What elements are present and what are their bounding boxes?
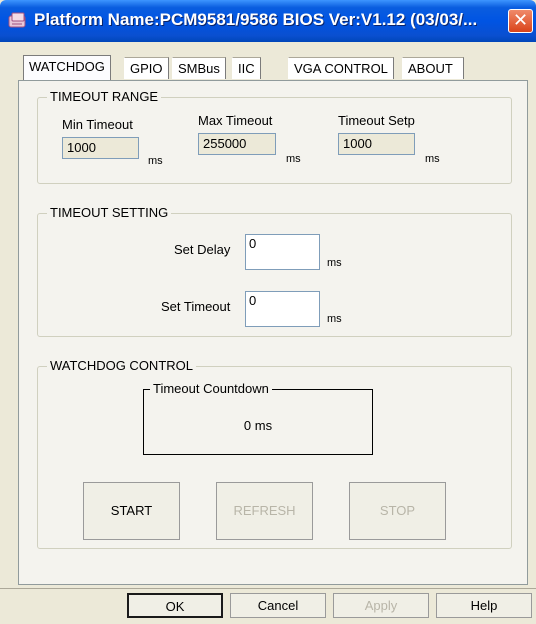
timeout-step-label: Timeout Setp xyxy=(338,113,415,128)
set-delay-label: Set Delay xyxy=(174,242,231,257)
bottom-divider xyxy=(0,588,536,589)
apply-button[interactable]: Apply xyxy=(333,593,429,618)
max-timeout-unit: ms xyxy=(286,153,301,165)
window-title: Platform Name:PCM9581/9586 BIOS Ver:V1.1… xyxy=(34,10,478,29)
min-timeout-value: 1000 xyxy=(62,137,139,159)
set-timeout-input[interactable]: 0 xyxy=(245,291,320,327)
ok-button[interactable]: OK xyxy=(127,593,223,618)
tab-iic[interactable]: IIC xyxy=(232,57,261,79)
timeout-step-unit: ms xyxy=(425,153,440,165)
min-timeout-label: Min Timeout xyxy=(62,117,133,132)
set-delay-input[interactable]: 0 xyxy=(245,234,320,270)
cancel-button[interactable]: Cancel xyxy=(230,593,326,618)
tab-smbus[interactable]: SMBus xyxy=(172,57,226,79)
tab-vga-control[interactable]: VGA CONTROL xyxy=(288,57,394,79)
refresh-button[interactable]: REFRESH xyxy=(216,482,313,540)
max-timeout-value: 255000 xyxy=(198,133,276,155)
timeout-range-legend: TIMEOUT RANGE xyxy=(47,89,162,104)
tab-gpio[interactable]: GPIO xyxy=(124,57,169,79)
max-timeout-label: Max Timeout xyxy=(198,113,273,128)
watchdog-control-legend: WATCHDOG CONTROL xyxy=(47,358,196,373)
close-button[interactable]: ✕ xyxy=(508,9,533,33)
set-delay-unit: ms xyxy=(327,257,342,269)
set-timeout-label: Set Timeout xyxy=(161,299,231,314)
timeout-countdown-legend: Timeout Countdown xyxy=(150,381,272,396)
timeout-setting-legend: TIMEOUT SETTING xyxy=(47,205,172,220)
timeout-step-value: 1000 xyxy=(338,133,415,155)
stop-button[interactable]: STOP xyxy=(349,482,446,540)
start-button[interactable]: START xyxy=(83,482,180,540)
tab-watchdog[interactable]: WATCHDOG xyxy=(23,55,111,81)
app-icon xyxy=(8,11,28,31)
min-timeout-unit: ms xyxy=(148,155,163,167)
timeout-countdown-value: 0 ms xyxy=(243,418,273,433)
tab-about[interactable]: ABOUT xyxy=(402,57,464,79)
set-timeout-unit: ms xyxy=(327,313,342,325)
help-button[interactable]: Help xyxy=(436,593,532,618)
